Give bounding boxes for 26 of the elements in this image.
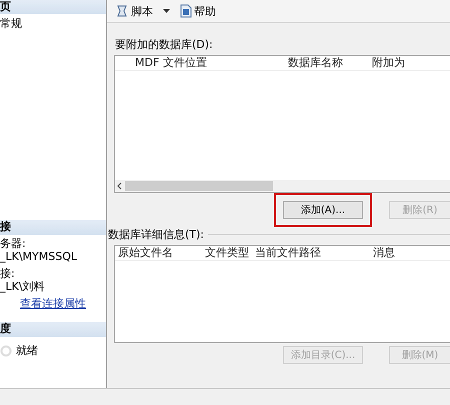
toolbar-button[interactable]: 帮助 — [178, 4, 218, 18]
page-item[interactable]: 常规 — [0, 14, 106, 31]
connection-name: _LK\刘料 — [0, 280, 46, 293]
column-header: 原始文件名 — [118, 246, 174, 260]
server-name: _LK\MYMSSQL — [0, 250, 78, 263]
panel-header: 页 — [0, 0, 106, 14]
section-label: 数据库详细信息(T): — [108, 227, 204, 242]
connection-properties-link[interactable]: 查看连接属性 — [20, 297, 106, 310]
section-label: 要附加的数据库(D): — [115, 37, 214, 52]
column-header: 附加为 — [372, 56, 406, 70]
server-label: 务器: — [0, 237, 27, 250]
connection-label: 接: — [0, 267, 16, 280]
status-text: 就绪 — [16, 343, 38, 358]
column-header: 当前文件路径 — [255, 246, 322, 260]
panel-header: 接 — [0, 220, 106, 235]
toolbar-button[interactable]: 脚本 — [113, 4, 155, 18]
document-icon — [180, 4, 192, 18]
column-header: 数据库名称 — [288, 56, 344, 70]
scrollbar-thumb[interactable] — [125, 181, 273, 191]
column-header: 消息 — [373, 246, 396, 260]
spinner-icon — [0, 344, 12, 356]
dropdown-caret-icon[interactable] — [163, 9, 170, 13]
dialog-button[interactable]: 添加(A)... — [283, 201, 363, 219]
panel-header: 度 — [0, 322, 106, 337]
column-header: MDF 文件位置 — [135, 56, 208, 70]
column-header: 文件类型 — [205, 246, 250, 260]
